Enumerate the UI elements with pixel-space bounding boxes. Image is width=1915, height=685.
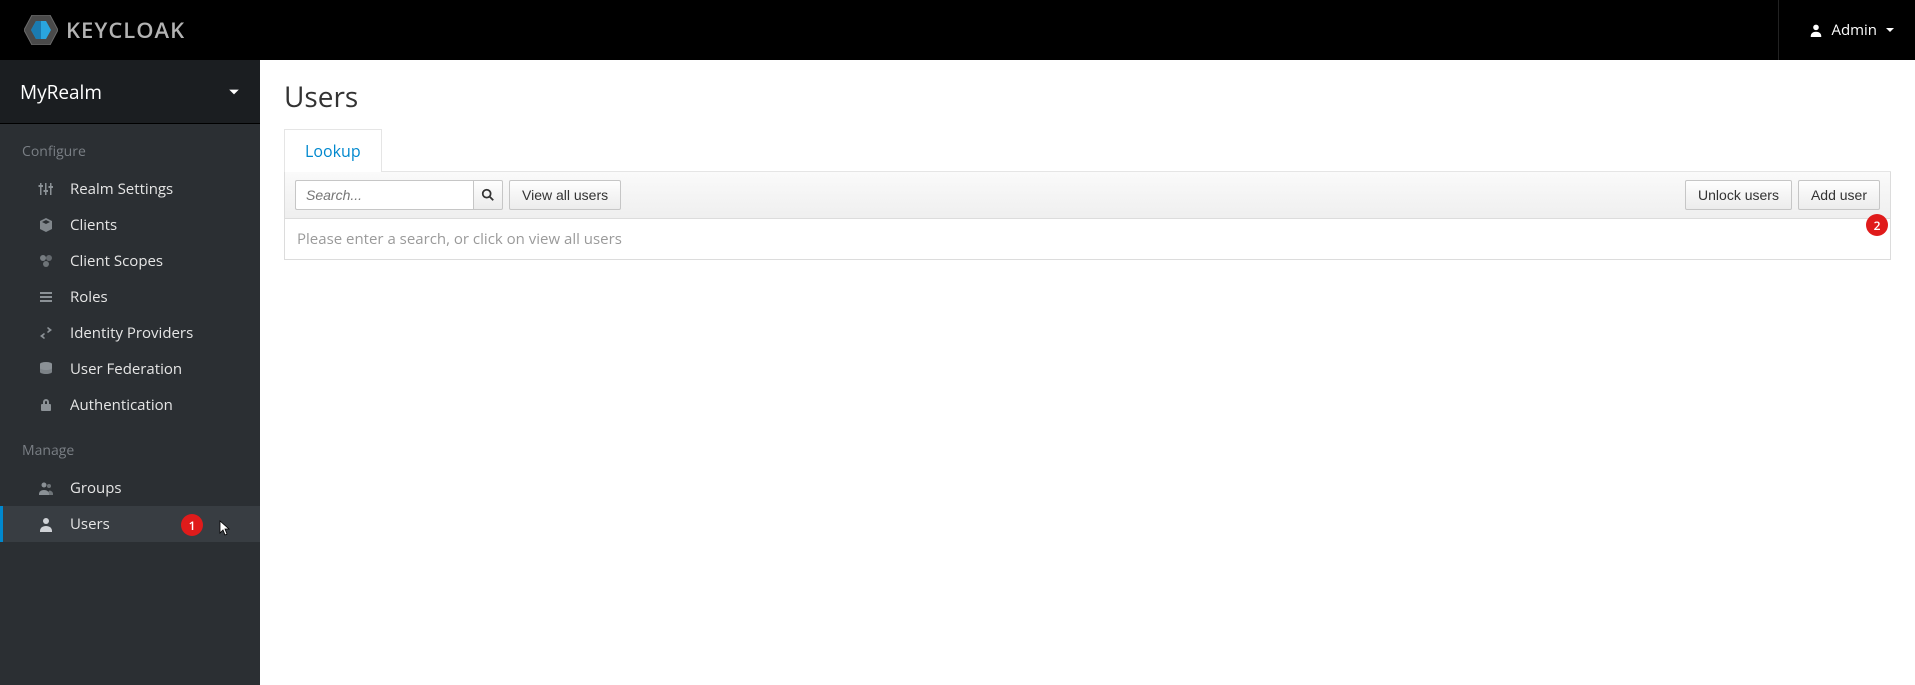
cube-icon xyxy=(38,217,54,233)
sidebar-item-label: Groups xyxy=(70,478,122,498)
sidebar-item-authentication[interactable]: Authentication xyxy=(0,387,260,423)
tabs: Lookup xyxy=(284,128,1891,172)
sidebar-item-users[interactable]: Users 1 xyxy=(0,506,260,542)
user-icon xyxy=(1809,23,1823,37)
sidebar-item-label: User Federation xyxy=(70,359,182,379)
unlock-users-button[interactable]: Unlock users xyxy=(1685,180,1792,210)
view-all-users-button[interactable]: View all users xyxy=(509,180,621,210)
search-group xyxy=(295,180,503,210)
scopes-icon xyxy=(38,253,54,269)
sidebar-item-label: Authentication xyxy=(70,395,173,415)
keycloak-logo-icon xyxy=(24,15,58,45)
section-header-configure: Configure xyxy=(0,124,260,171)
sidebar-item-identity-providers[interactable]: Identity Providers xyxy=(0,315,260,351)
realm-name: MyRealm xyxy=(20,79,102,105)
search-button[interactable] xyxy=(473,180,503,210)
sidebar-item-roles[interactable]: Roles xyxy=(0,279,260,315)
admin-label: Admin xyxy=(1831,20,1877,40)
sidebar-item-label: Client Scopes xyxy=(70,251,163,271)
brand-text: KEYCLOAK xyxy=(66,15,185,45)
realm-selector[interactable]: MyRealm xyxy=(0,60,260,124)
annotation-badge-2: 2 xyxy=(1866,214,1888,236)
sliders-icon xyxy=(38,181,54,197)
sidebar-item-realm-settings[interactable]: Realm Settings xyxy=(0,171,260,207)
database-icon xyxy=(38,361,54,377)
add-user-button[interactable]: Add user xyxy=(1798,180,1880,210)
sidebar-item-label: Clients xyxy=(70,215,117,235)
chevron-down-icon xyxy=(1885,25,1895,35)
chevron-down-icon xyxy=(228,86,240,98)
main-content: Users Lookup View all users Unlock users… xyxy=(260,60,1915,685)
sidebar-item-groups[interactable]: Groups xyxy=(0,470,260,506)
cursor-icon xyxy=(216,520,230,543)
sidebar-item-label: Realm Settings xyxy=(70,179,173,199)
sidebar-item-label: Identity Providers xyxy=(70,323,193,343)
annotation-badge-1: 1 xyxy=(181,514,203,536)
search-icon xyxy=(481,188,495,202)
sidebar-item-clients[interactable]: Clients xyxy=(0,207,260,243)
sidebar-item-client-scopes[interactable]: Client Scopes xyxy=(0,243,260,279)
topbar-user-area: Admin xyxy=(1778,0,1895,60)
exchange-icon xyxy=(38,325,54,341)
top-bar: KEYCLOAK Admin xyxy=(0,0,1915,60)
section-header-manage: Manage xyxy=(0,423,260,470)
group-icon xyxy=(38,480,54,496)
sidebar-item-label: Roles xyxy=(70,287,108,307)
sidebar-item-label: Users xyxy=(70,514,110,534)
admin-dropdown[interactable]: Admin xyxy=(1809,20,1895,40)
empty-state-message: Please enter a search, or click on view … xyxy=(284,219,1891,260)
sidebar-item-user-federation[interactable]: User Federation xyxy=(0,351,260,387)
lock-icon xyxy=(38,397,54,413)
sidebar: MyRealm Configure Realm Settings Clients… xyxy=(0,60,260,685)
toolbar: View all users Unlock users Add user xyxy=(284,172,1891,219)
user-icon xyxy=(38,516,54,532)
tab-lookup[interactable]: Lookup xyxy=(284,129,382,172)
search-input[interactable] xyxy=(295,180,473,210)
page-title: Users xyxy=(284,78,1891,116)
brand-logo[interactable]: KEYCLOAK xyxy=(24,15,185,45)
list-icon xyxy=(38,289,54,305)
